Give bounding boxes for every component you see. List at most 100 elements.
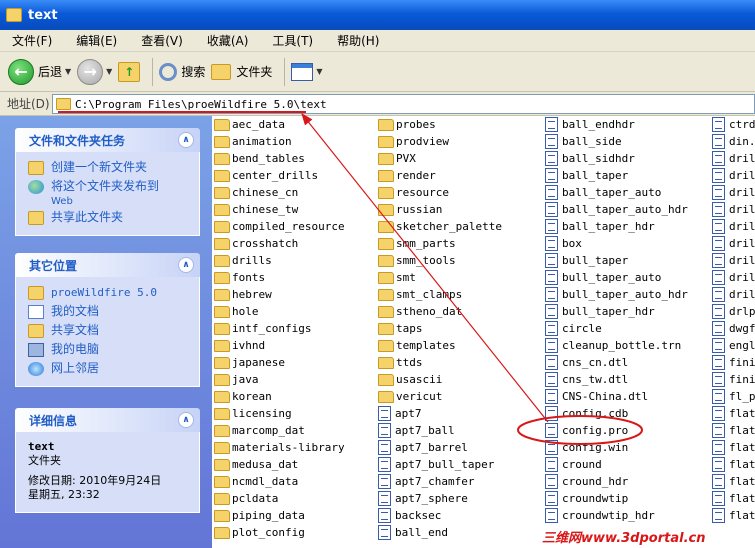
file-item[interactable]: drill xyxy=(712,167,755,184)
place-shared-documents[interactable]: 共享文档 xyxy=(28,321,189,340)
file-item[interactable]: drill xyxy=(712,269,755,286)
file-item[interactable]: circle xyxy=(545,320,688,337)
file-item[interactable]: animation xyxy=(214,133,345,150)
search-button[interactable]: 搜索 xyxy=(159,62,205,81)
views-button[interactable]: ▼ xyxy=(291,62,323,81)
file-item[interactable]: ball_taper_auto xyxy=(545,184,688,201)
file-item[interactable]: chinese_cn xyxy=(214,184,345,201)
file-item[interactable]: CNS-China.dtl xyxy=(545,388,688,405)
file-item[interactable]: fonts xyxy=(214,269,345,286)
file-item[interactable]: config.win xyxy=(545,439,688,456)
file-item[interactable]: cleanup_bottle.trn xyxy=(545,337,688,354)
file-item[interactable]: japanese xyxy=(214,354,345,371)
file-item[interactable]: smm_parts xyxy=(378,235,502,252)
file-item[interactable]: ctrdr xyxy=(712,116,755,133)
file-item[interactable]: center_drills xyxy=(214,167,345,184)
task-publish-web[interactable]: 将这个文件夹发布到 Web xyxy=(28,177,189,208)
file-item[interactable]: PVX xyxy=(378,150,502,167)
file-item[interactable]: drill xyxy=(712,201,755,218)
file-item[interactable]: hebrew xyxy=(214,286,345,303)
file-item[interactable]: templates xyxy=(378,337,502,354)
file-item[interactable]: apt7_barrel xyxy=(378,439,502,456)
file-item[interactable]: intf_configs xyxy=(214,320,345,337)
file-item[interactable]: plot_config xyxy=(214,524,345,541)
file-item[interactable]: medusa_dat xyxy=(214,456,345,473)
file-item[interactable]: taps xyxy=(378,320,502,337)
file-item[interactable]: flat_ xyxy=(712,439,755,456)
file-item[interactable]: fl_pl xyxy=(712,388,755,405)
file-item[interactable]: cround xyxy=(545,456,688,473)
file-item[interactable]: cns_cn.dtl xyxy=(545,354,688,371)
file-item[interactable]: ball_taper_auto_hdr xyxy=(545,201,688,218)
file-item[interactable]: ball_sidhdr xyxy=(545,150,688,167)
file-item[interactable]: marcomp_dat xyxy=(214,422,345,439)
folders-button[interactable]: 文件夹 xyxy=(211,63,272,80)
collapse-icon[interactable]: ∧ xyxy=(178,257,194,273)
address-input[interactable]: C:\Program Files\proeWildfire 5.0\text xyxy=(52,94,755,114)
file-item[interactable]: probes xyxy=(378,116,502,133)
file-item[interactable]: bull_taper_auto_hdr xyxy=(545,286,688,303)
menu-tools[interactable]: 工具(T) xyxy=(260,32,325,49)
file-item[interactable]: engli xyxy=(712,337,755,354)
file-item[interactable]: ttds xyxy=(378,354,502,371)
file-item[interactable]: config.cdb xyxy=(545,405,688,422)
file-item[interactable]: drill xyxy=(712,218,755,235)
chevron-down-icon[interactable]: ▼ xyxy=(316,67,322,76)
file-item[interactable]: hole xyxy=(214,303,345,320)
file-item[interactable]: drill xyxy=(712,184,755,201)
file-item[interactable]: box xyxy=(545,235,688,252)
file-item[interactable]: bull_taper_auto xyxy=(545,269,688,286)
file-item[interactable]: ivhnd xyxy=(214,337,345,354)
file-item[interactable]: bend_tables xyxy=(214,150,345,167)
file-item[interactable]: russian xyxy=(378,201,502,218)
file-item[interactable]: chinese_tw xyxy=(214,201,345,218)
file-item[interactable]: apt7_bull_taper xyxy=(378,456,502,473)
panel-header[interactable]: 其它位置 ∧ xyxy=(15,253,200,277)
file-item[interactable]: cns_tw.dtl xyxy=(545,371,688,388)
file-item[interactable]: cround_hdr xyxy=(545,473,688,490)
file-item[interactable]: ball_endhdr xyxy=(545,116,688,133)
file-item[interactable]: finis xyxy=(712,354,755,371)
task-share-folder[interactable]: 共享此文件夹 xyxy=(28,208,189,227)
file-item[interactable]: apt7 xyxy=(378,405,502,422)
place-proe[interactable]: proeWildfire 5.0 xyxy=(28,283,189,302)
file-item[interactable]: config.pro xyxy=(545,422,688,439)
file-item[interactable]: smt xyxy=(378,269,502,286)
up-folder-button[interactable]: ↑ xyxy=(118,61,141,82)
file-item[interactable]: flat_ xyxy=(712,507,755,524)
file-item[interactable]: bull_taper_hdr xyxy=(545,303,688,320)
chevron-down-icon[interactable]: ▼ xyxy=(106,67,112,76)
file-item[interactable]: ball_taper_hdr xyxy=(545,218,688,235)
file-item[interactable]: smt_clamps xyxy=(378,286,502,303)
file-item[interactable]: licensing xyxy=(214,405,345,422)
task-new-folder[interactable]: 创建一个新文件夹 xyxy=(28,158,189,177)
file-item[interactable]: resource xyxy=(378,184,502,201)
panel-header[interactable]: 文件和文件夹任务 ∧ xyxy=(15,128,200,152)
file-item[interactable]: korean xyxy=(214,388,345,405)
file-item[interactable]: drlpr xyxy=(712,303,755,320)
file-item[interactable]: finis xyxy=(712,371,755,388)
collapse-icon[interactable]: ∧ xyxy=(178,132,194,148)
file-item[interactable]: flat xyxy=(712,405,755,422)
place-network[interactable]: 网上邻居 xyxy=(28,359,189,378)
file-item[interactable]: vericut xyxy=(378,388,502,405)
file-item[interactable]: ball_side xyxy=(545,133,688,150)
file-item[interactable]: apt7_ball xyxy=(378,422,502,439)
back-button[interactable]: ← 后退 ▼ xyxy=(8,58,71,85)
file-item[interactable]: drill xyxy=(712,286,755,303)
file-item[interactable]: apt7_sphere xyxy=(378,490,502,507)
file-item[interactable]: ball_end xyxy=(378,524,502,541)
file-item[interactable]: apt7_chamfer xyxy=(378,473,502,490)
file-item[interactable]: flat_ xyxy=(712,422,755,439)
collapse-icon[interactable]: ∧ xyxy=(178,412,194,428)
file-item[interactable]: drill xyxy=(712,252,755,269)
menu-favorites[interactable]: 收藏(A) xyxy=(195,32,261,49)
forward-button[interactable]: → ▼ xyxy=(77,58,112,85)
file-item[interactable]: prodview xyxy=(378,133,502,150)
file-item[interactable]: drills xyxy=(214,252,345,269)
file-item[interactable]: ball_taper xyxy=(545,167,688,184)
file-item[interactable]: pcldata xyxy=(214,490,345,507)
file-item[interactable]: drill xyxy=(712,235,755,252)
file-item[interactable]: smm_tools xyxy=(378,252,502,269)
menu-edit[interactable]: 编辑(E) xyxy=(64,32,129,49)
